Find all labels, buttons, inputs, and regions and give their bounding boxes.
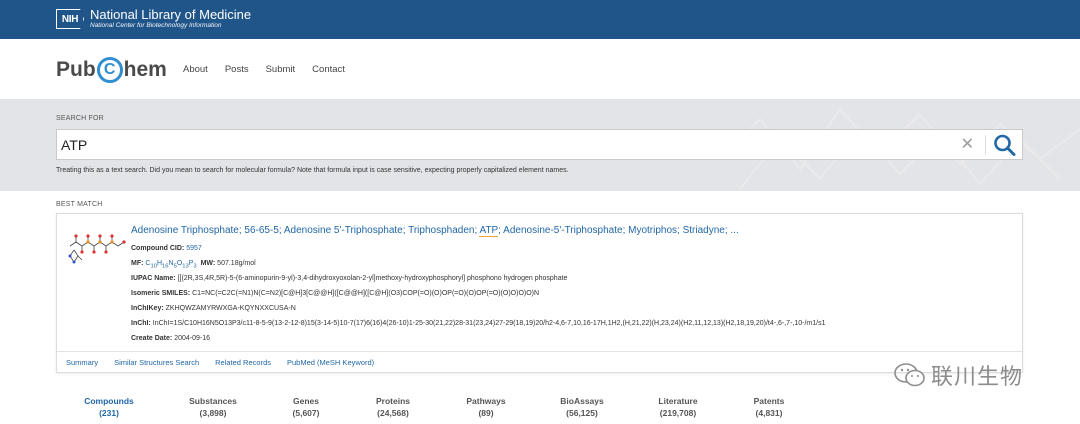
inchi-label: InChI: <box>131 320 151 327</box>
summary-link[interactable]: Summary <box>66 358 98 367</box>
card-links: Summary Similar Structures Search Relate… <box>57 351 1022 373</box>
molecule-structure-image[interactable] <box>66 224 126 272</box>
tab-count: (3,898) <box>199 408 227 418</box>
smiles-row: Isomeric SMILES: C1=NC(=C2C(=N1)N(C=N2)[… <box>131 290 539 297</box>
search-icon[interactable] <box>992 133 1018 157</box>
search-input[interactable] <box>61 134 941 156</box>
inchikey-row: InChIKey: ZKHQWZAMYRWXGA-KQYNXXCUSA-N <box>131 305 296 312</box>
similar-structures-link[interactable]: Similar Structures Search <box>114 358 199 367</box>
logo-hem: hem <box>123 58 167 81</box>
tab-count: (5,607) <box>292 408 320 418</box>
search-divider <box>985 135 986 155</box>
pubmed-mesh-link[interactable]: PubMed (MeSH Keyword) <box>287 358 374 367</box>
mf-row: MF: C10H16N5O13P3 MW: 507.18g/mol <box>131 260 256 269</box>
tab-count: (4,831) <box>755 408 783 418</box>
tab-literature[interactable]: Literature (219,708) <box>633 396 723 418</box>
search-for-label: SEARCH FOR <box>56 115 104 122</box>
wechat-icon <box>894 363 925 387</box>
pubchem-logo[interactable]: Pub C hem <box>56 57 167 83</box>
mw-label: MW: <box>200 260 216 267</box>
cid-value-link[interactable]: 5957 <box>186 245 202 252</box>
pubchem-header: Pub C hem About Posts Submit Contact <box>0 39 1080 99</box>
tab-compounds[interactable]: Compounds (231) <box>64 396 154 418</box>
tab-name: Pathways <box>466 396 506 406</box>
watermark-text: 联川生物 <box>931 365 1024 390</box>
tab-count: (231) <box>99 408 119 418</box>
tab-genes[interactable]: Genes (5,607) <box>261 396 351 418</box>
tab-pathways[interactable]: Pathways (89) <box>441 396 531 418</box>
search-box: ✕ <box>56 129 1023 160</box>
tab-bioassays[interactable]: BioAssays (56,125) <box>537 396 627 418</box>
smiles-value: C1=NC(=C2C(=N1)N(C=N2)[C@H]3[C@@H]([C@@H… <box>192 290 540 297</box>
smiles-label: Isomeric SMILES: <box>131 290 191 297</box>
nav-about[interactable]: About <box>183 64 208 75</box>
watermark: 联川生物 <box>893 359 1023 391</box>
tab-proteins[interactable]: Proteins (24,568) <box>348 396 438 418</box>
tab-name: Genes <box>293 396 319 406</box>
nav-contact[interactable]: Contact <box>312 64 345 75</box>
iupac-label: IUPAC Name: <box>131 275 176 282</box>
category-tabs: Compounds (231) Substances (3,898) Genes… <box>0 396 1080 424</box>
nav-posts[interactable]: Posts <box>225 64 249 75</box>
tab-count: (219,708) <box>659 408 697 418</box>
title-text-after: ; Adenosine-5'-Triphosphate; Myotriphos;… <box>498 225 739 236</box>
compound-cid-row: Compound CID: 5957 <box>131 245 202 252</box>
nih-badge: NIH <box>56 9 84 29</box>
tab-name: Literature <box>658 396 698 406</box>
search-section: SEARCH FOR ✕ Treating this as a text sea… <box>0 99 1080 191</box>
tab-count: (56,125) <box>566 408 598 418</box>
tab-name: Substances <box>189 396 237 406</box>
inchi-value: InChI=1S/C10H16N5O13P3/c11-8-5-9(13-2-12… <box>152 320 826 327</box>
tab-name: Patents <box>753 396 785 406</box>
related-records-link[interactable]: Related Records <box>215 358 271 367</box>
inchi-row: InChI: InChI=1S/C10H16N5O13P3/c11-8-5-9(… <box>131 320 825 327</box>
tab-substances[interactable]: Substances (3,898) <box>168 396 258 418</box>
logo-pub: Pub <box>56 58 96 81</box>
create-date-value: 2004-09-16 <box>174 335 211 342</box>
best-match-card: Adenosine Triphosphate; 56-65-5; Adenosi… <box>56 213 1023 373</box>
nav-submit[interactable]: Submit <box>266 64 296 75</box>
nlm-title: National Library of Medicine <box>90 7 252 22</box>
tab-name: Proteins <box>375 396 410 406</box>
tab-patents[interactable]: Patents (4,831) <box>724 396 814 418</box>
title-highlight: ATP <box>479 225 499 237</box>
tab-count: (24,568) <box>377 408 409 418</box>
best-match-label: BEST MATCH <box>56 201 103 208</box>
create-date-row: Create Date: 2004-09-16 <box>131 335 210 342</box>
mw-value: 507.18g/mol <box>217 260 256 267</box>
tab-name: BioAssays <box>560 396 604 406</box>
create-date-label: Create Date: <box>131 335 173 342</box>
iupac-value: [[(2R,3S,4R,5R)-5-(6-aminopurin-9-yl)-3,… <box>177 275 568 282</box>
inchikey-label: InChIKey: <box>131 305 164 312</box>
title-text-before: Adenosine Triphosphate; 56-65-5; Adenosi… <box>131 225 480 236</box>
logo-c-ring: C <box>96 57 123 83</box>
ncbi-subtitle: National Center for Biotechnology Inform… <box>90 22 222 29</box>
mf-label: MF: <box>131 260 144 267</box>
tab-count: (89) <box>478 408 494 418</box>
cid-label: Compound CID: <box>131 245 185 252</box>
mf-value-link[interactable]: C10H16N5O13P3 <box>145 260 196 269</box>
nih-logo[interactable]: NIH National Library of Medicine Nationa… <box>56 8 251 30</box>
inchikey-value: ZKHQWZAMYRWXGA-KQYNXXCUSA-N <box>165 305 296 312</box>
main-nav: About Posts Submit Contact <box>183 64 345 75</box>
iupac-row: IUPAC Name: [[(2R,3S,4R,5R)-5-(6-aminopu… <box>131 275 567 282</box>
tab-name: Compounds <box>84 396 134 406</box>
nih-banner: NIH National Library of Medicine Nationa… <box>0 0 1080 39</box>
compound-title-link[interactable]: Adenosine Triphosphate; 56-65-5; Adenosi… <box>131 225 739 237</box>
search-note: Treating this as a text search. Did you … <box>56 167 569 174</box>
clear-icon[interactable]: ✕ <box>961 136 974 154</box>
